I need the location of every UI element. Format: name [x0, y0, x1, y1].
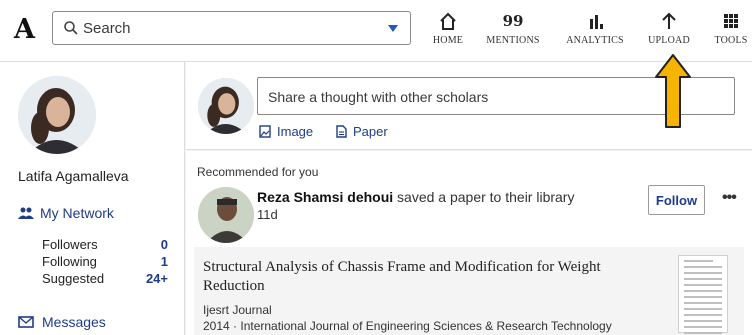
paper-card[interactable]: Structural Analysis of Chassis Frame and… [194, 247, 744, 335]
search-input[interactable]: Search [83, 20, 131, 37]
activity-timestamp: 11d [257, 207, 278, 222]
academia-logo[interactable]: A [14, 14, 35, 45]
profile-avatar[interactable] [18, 76, 96, 154]
network-stats: Followers 0 Following 1 Suggested 24+ [42, 236, 168, 287]
my-network-label: My Network [40, 205, 114, 221]
quote-icon: 99 [502, 12, 524, 30]
actor-name[interactable]: Reza Shamsi dehoui [257, 189, 393, 205]
stat-value: 0 [160, 237, 168, 252]
people-icon [18, 207, 34, 219]
stat-value: 24+ [145, 271, 168, 286]
nav-tools-label: TOOLS [714, 35, 748, 46]
stat-label: Followers [42, 237, 98, 252]
stat-label: Suggested [42, 271, 105, 286]
top-navigation-bar: A Search HOME 99 MENTIONS ANALYTICS UPLO… [0, 0, 752, 62]
activity-action: saved a paper to their library [397, 189, 575, 205]
stat-suggested[interactable]: Suggested 24+ [42, 270, 168, 287]
search-dropdown-caret-icon[interactable] [388, 25, 398, 32]
actor-avatar[interactable] [198, 187, 254, 243]
nav-upload-label: UPLOAD [648, 35, 690, 46]
add-paper-button[interactable]: Paper [335, 124, 388, 139]
recommendation-feed: Recommended for you Reza Shamsi dehoui s… [186, 151, 752, 335]
nav-mentions[interactable]: 99 MENTIONS [484, 9, 542, 53]
actor-photo-icon [198, 187, 254, 243]
messages-link[interactable]: Messages [18, 314, 106, 330]
search-icon [64, 21, 78, 35]
stat-following[interactable]: Following 1 [42, 253, 168, 270]
nav-mentions-label: MENTIONS [486, 35, 540, 46]
profile-sidebar: Latifa Agamalleva My Network Followers 0… [0, 62, 185, 335]
nav-analytics[interactable]: ANALYTICS [564, 9, 626, 53]
paper-thumbnail[interactable] [678, 255, 728, 334]
stat-followers[interactable]: Followers 0 [42, 236, 168, 253]
paper-title[interactable]: Structural Analysis of Chassis Frame and… [203, 258, 633, 296]
nav-analytics-label: ANALYTICS [566, 35, 624, 46]
grid-icon [724, 14, 738, 28]
more-options-icon[interactable]: ••• [722, 189, 737, 207]
messages-label: Messages [42, 314, 106, 330]
paper-journal[interactable]: Ijesrt Journal [203, 303, 272, 317]
image-icon [259, 125, 271, 138]
stat-value: 1 [160, 254, 168, 269]
paper-label: Paper [353, 124, 388, 139]
upload-arrow-icon [662, 12, 676, 29]
nav-home[interactable]: HOME [428, 9, 468, 53]
profile-name[interactable]: Latifa Agamalleva [18, 168, 129, 184]
nav-home-label: HOME [432, 35, 464, 46]
nav-upload[interactable]: UPLOAD [644, 9, 694, 53]
profile-photo-icon [198, 78, 254, 134]
stat-label: Following [42, 254, 97, 269]
document-icon [336, 125, 347, 138]
annotation-arrow-icon [655, 54, 691, 128]
add-image-button[interactable]: Image [259, 124, 313, 139]
home-icon [440, 12, 456, 30]
image-label: Image [277, 124, 314, 139]
nav-tools[interactable]: TOOLS [710, 9, 752, 53]
profile-photo-icon [18, 76, 96, 154]
composer-avatar [198, 78, 254, 134]
follow-button[interactable]: Follow [648, 185, 705, 215]
my-network-link[interactable]: My Network [18, 205, 114, 221]
feed-section-label: Recommended for you [197, 165, 319, 179]
mail-icon [18, 316, 34, 328]
bar-chart-icon [590, 15, 603, 29]
search-box[interactable]: Search [52, 11, 411, 45]
paper-meta: 2014 · International Journal of Engineer… [203, 319, 612, 333]
activity-text: Reza Shamsi dehoui saved a paper to thei… [257, 189, 574, 205]
share-thought-placeholder: Share a thought with other scholars [268, 89, 489, 105]
